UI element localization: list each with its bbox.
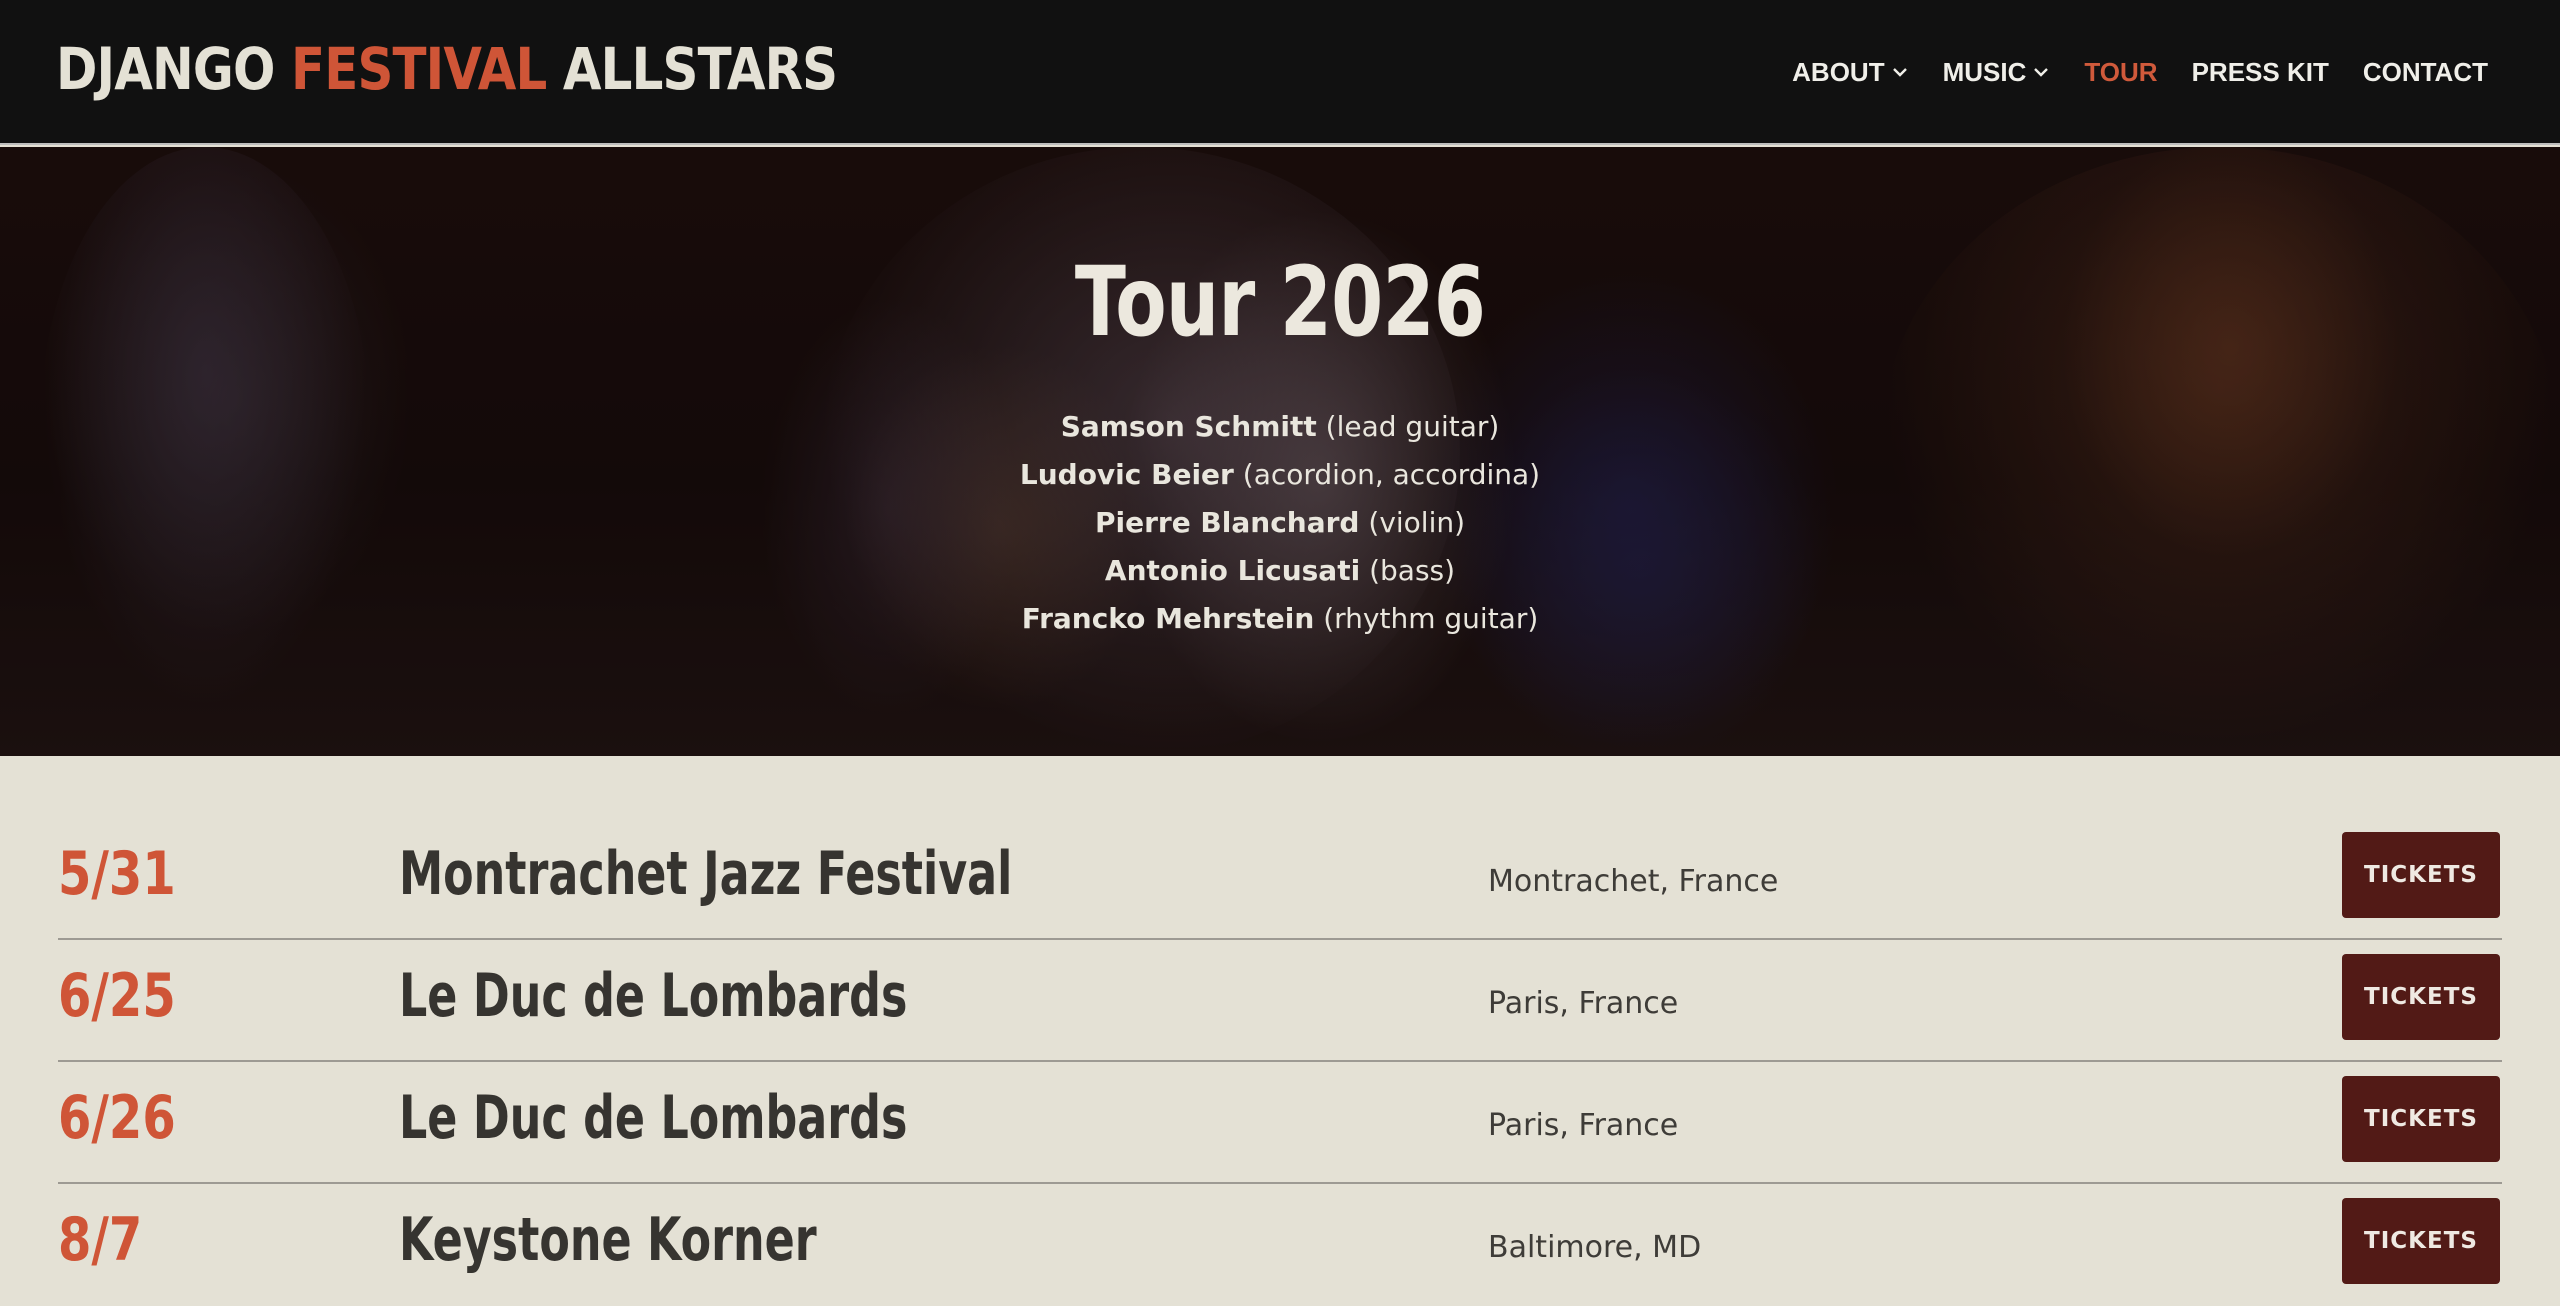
tour-location: Paris, France (1488, 986, 1679, 1021)
band-member: Samson Schmitt (lead guitar) (0, 403, 2560, 451)
site-logo[interactable]: DJANGO FESTIVAL ALLSTARS (56, 34, 838, 104)
nav-label-tour: TOUR (2084, 56, 2158, 87)
nav-item-about[interactable]: ABOUT (1792, 57, 1908, 88)
tour-venue: Keystone Korner (399, 1205, 817, 1275)
nav-item-press-kit[interactable]: PRESS KIT (2192, 57, 2329, 88)
hero-content: Tour 2026 Samson Schmitt (lead guitar) L… (0, 147, 2560, 756)
nav-label-music: MUSIC (1942, 56, 2027, 87)
member-name: Pierre Blanchard (1094, 506, 1360, 539)
logo-word-festival: FESTIVAL (291, 35, 547, 103)
band-member: Francko Mehrstein (rhythm guitar) (0, 595, 2560, 643)
nav-label-contact: CONTACT (2362, 56, 2488, 87)
tour-dates-list: 5/31 Montrachet Jazz Festival Montrachet… (58, 756, 2502, 1306)
chevron-down-icon (1891, 63, 1909, 81)
tour-venue: Montrachet Jazz Festival (399, 839, 1013, 909)
page-title: Tour 2026 (1074, 246, 1486, 358)
tour-location: Baltimore, MD (1488, 1230, 1702, 1265)
member-role: (acordion, accordina) (1242, 458, 1541, 491)
nav-label-about: ABOUT (1792, 56, 1885, 87)
main-nav: ABOUT MUSIC TOUR PRESS KIT CONTACT (1792, 50, 2488, 94)
nav-item-contact[interactable]: CONTACT (2363, 57, 2488, 88)
tour-date: 6/26 (58, 1083, 176, 1153)
member-name: Ludovic Beier (1019, 458, 1234, 491)
band-member: Pierre Blanchard (violin) (0, 499, 2560, 547)
tour-date: 5/31 (58, 839, 176, 909)
tour-date: 6/25 (58, 961, 176, 1031)
member-name: Francko Mehrstein (1021, 602, 1315, 635)
tickets-button[interactable]: TICKETS (2342, 1076, 2500, 1162)
band-member: Ludovic Beier (acordion, accordina) (0, 451, 2560, 499)
tour-date-row: 8/7 Keystone Korner Baltimore, MD TICKET… (58, 1184, 2502, 1306)
chevron-down-icon (2032, 63, 2050, 81)
member-name: Samson Schmitt (1060, 410, 1317, 443)
tour-location: Montrachet, France (1488, 864, 1779, 899)
member-role: (bass) (1369, 554, 1456, 587)
tickets-button[interactable]: TICKETS (2342, 954, 2500, 1040)
nav-item-tour[interactable]: TOUR (2084, 57, 2157, 88)
site-header: DJANGO FESTIVAL ALLSTARS ABOUT MUSIC TOU… (0, 0, 2560, 145)
tour-location: Paris, France (1488, 1108, 1679, 1143)
member-role: (violin) (1368, 506, 1466, 539)
hero-banner: Tour 2026 Samson Schmitt (lead guitar) L… (0, 147, 2560, 756)
logo-word-allstars: ALLSTARS (562, 35, 838, 103)
nav-label-press-kit: PRESS KIT (2191, 56, 2329, 87)
member-name: Antonio Licusati (1104, 554, 1361, 587)
band-member: Antonio Licusati (bass) (0, 547, 2560, 595)
band-member-list: Samson Schmitt (lead guitar) Ludovic Bei… (0, 403, 2560, 643)
tour-date-row: 6/25 Le Duc de Lombards Paris, France TI… (58, 940, 2502, 1062)
tour-date: 8/7 (58, 1205, 143, 1275)
nav-item-music[interactable]: MUSIC (1943, 57, 2051, 88)
member-role: (lead guitar) (1325, 410, 1500, 443)
member-role: (rhythm guitar) (1323, 602, 1539, 635)
tickets-button[interactable]: TICKETS (2342, 1198, 2500, 1284)
tour-venue: Le Duc de Lombards (399, 961, 908, 1031)
tour-date-row: 5/31 Montrachet Jazz Festival Montrachet… (58, 818, 2502, 940)
tour-date-row: 6/26 Le Duc de Lombards Paris, France TI… (58, 1062, 2502, 1184)
tour-venue: Le Duc de Lombards (399, 1083, 908, 1153)
tickets-button[interactable]: TICKETS (2342, 832, 2500, 918)
logo-word-django: DJANGO (56, 35, 275, 103)
